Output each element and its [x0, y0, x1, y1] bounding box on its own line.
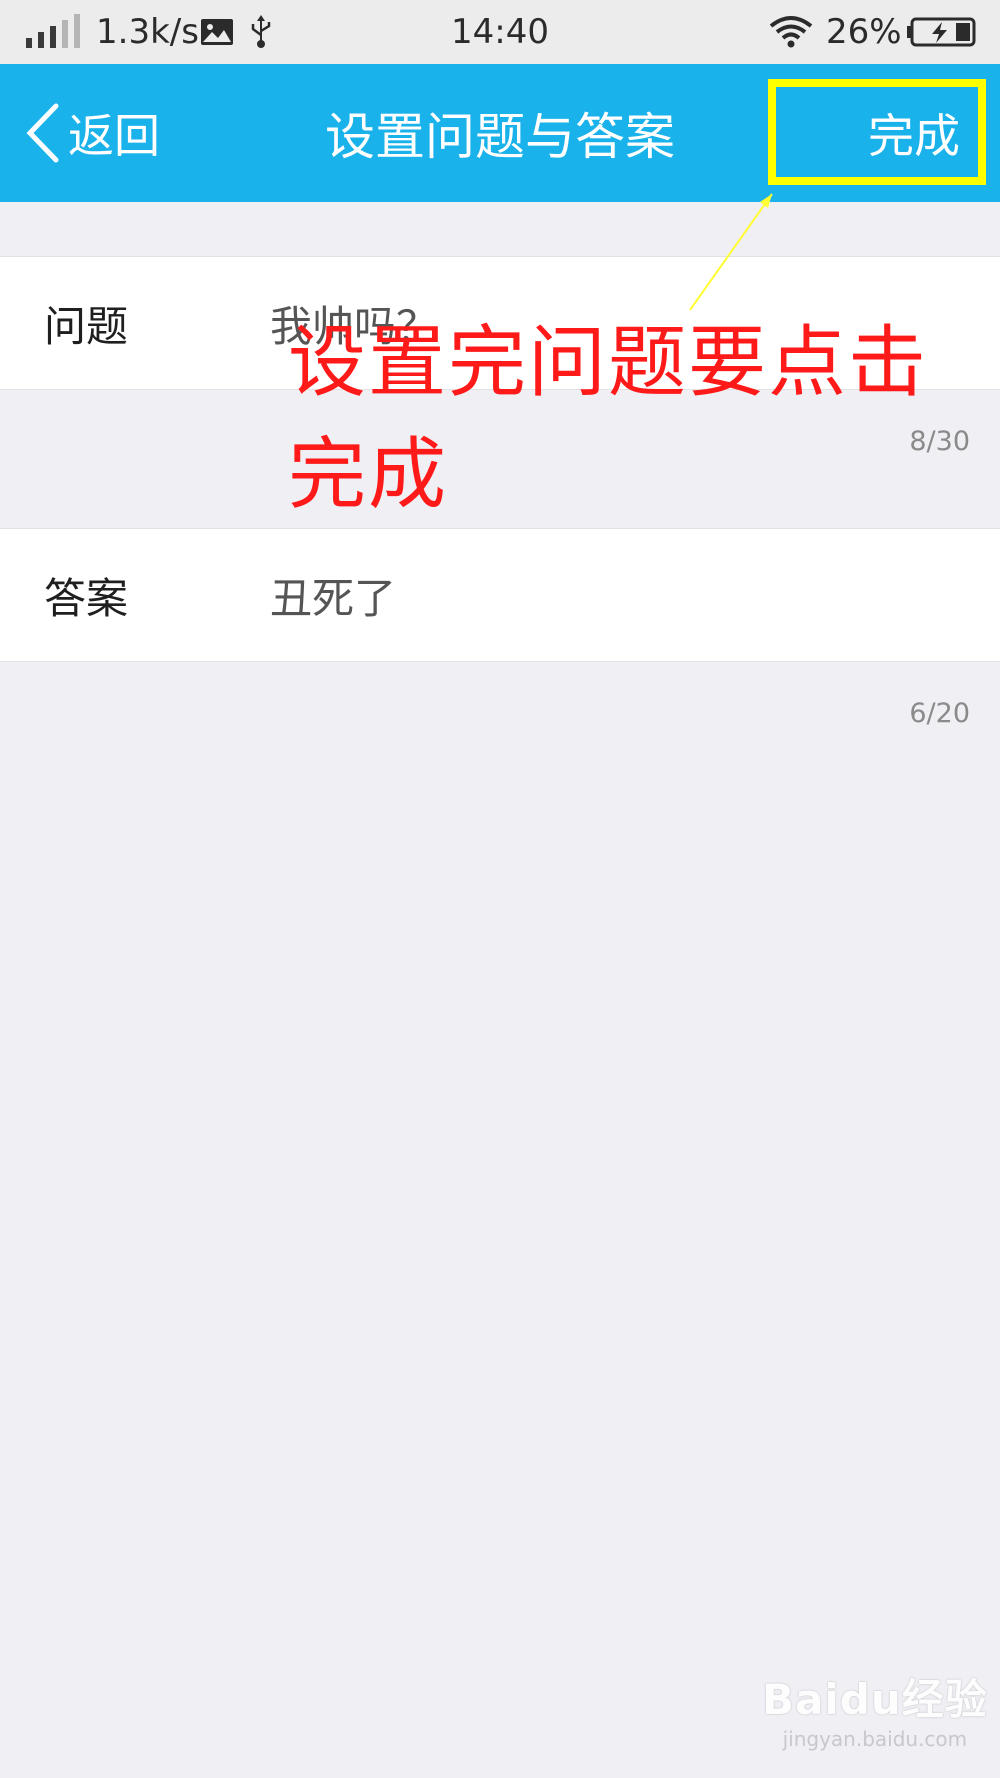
battery-percent: 26% — [826, 12, 902, 52]
status-bar: 1.3k/s 14:40 26% — [0, 0, 1000, 64]
page-title: 设置问题与答案 — [325, 108, 675, 166]
answer-label: 答案 — [44, 573, 129, 623]
navigation-bar: 返回 设置问题与答案 完成 — [0, 64, 1000, 202]
answer-input[interactable] — [270, 529, 950, 661]
watermark-sub: jingyan.baidu.com — [782, 1727, 968, 1751]
answer-char-counter: 6/20 — [909, 698, 970, 729]
question-label: 问题 — [44, 301, 129, 351]
annotation-text: 设置完问题要点击完成 — [288, 318, 929, 520]
watermark-main: Baidu经验 — [762, 1675, 988, 1724]
baidu-watermark: Baidu经验 jingyan.baidu.com — [762, 1666, 988, 1751]
battery-charging-icon — [906, 0, 978, 64]
answer-row: 答案 — [0, 528, 1000, 662]
done-button[interactable]: 完成 — [868, 64, 960, 202]
wifi-icon — [768, 0, 814, 64]
